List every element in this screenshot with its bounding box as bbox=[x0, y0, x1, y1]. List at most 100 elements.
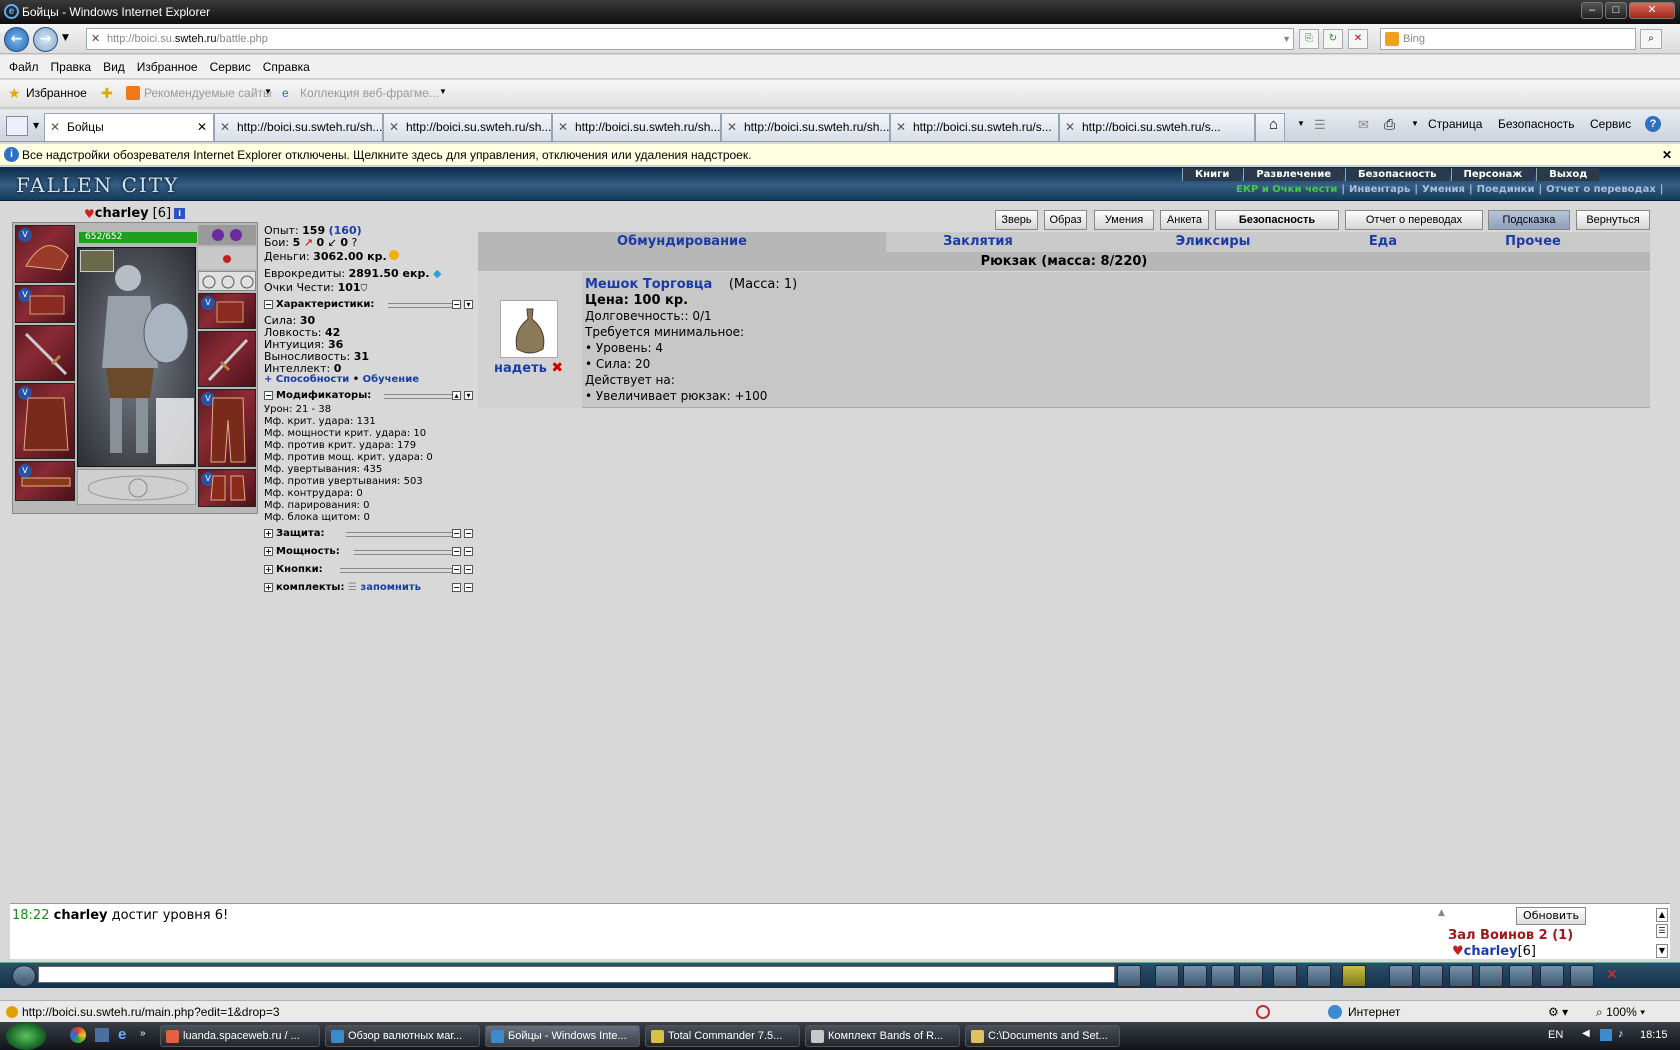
popup-blocked-icon[interactable] bbox=[1256, 1005, 1270, 1019]
pet-button[interactable]: Зверь bbox=[995, 210, 1038, 230]
bag-action-icon[interactable] bbox=[1389, 965, 1413, 987]
tab-food[interactable]: Еда bbox=[1338, 232, 1428, 252]
infobar[interactable]: i Все надстройки обозревателя Internet E… bbox=[0, 144, 1680, 166]
tab-3[interactable]: ✕ http://boici.su.swteh.ru/sh... bbox=[383, 113, 552, 141]
exit-icon[interactable] bbox=[1570, 965, 1594, 987]
suggested-sites-link[interactable]: Рекомендуемые сайты bbox=[144, 86, 272, 100]
nav-security[interactable]: Безопасность bbox=[1345, 168, 1449, 181]
filter-icon[interactable] bbox=[1183, 965, 1207, 987]
slot-boots[interactable]: V bbox=[198, 469, 256, 507]
chrome-icon[interactable] bbox=[70, 1027, 86, 1043]
sets-section-header[interactable]: + комплекты: ☰ запомнить bbox=[264, 582, 421, 593]
item-name-link[interactable]: Мешок Торговца bbox=[585, 277, 712, 292]
tray-expand-icon[interactable]: ◀ bbox=[1582, 1028, 1590, 1039]
return-button[interactable]: Вернуться bbox=[1576, 210, 1650, 230]
section-controls[interactable]: − − bbox=[452, 528, 476, 539]
language-indicator[interactable]: EN bbox=[1548, 1029, 1563, 1041]
close-infobar-icon[interactable]: ✕ bbox=[1662, 144, 1672, 166]
tab-elixirs[interactable]: Эликсиры bbox=[1143, 232, 1283, 252]
stats-section-header[interactable]: − Характеристики: bbox=[264, 299, 374, 310]
chat-input[interactable] bbox=[38, 966, 1115, 983]
slot-armor[interactable]: V bbox=[15, 383, 75, 459]
tab-spells[interactable]: Заклятия bbox=[908, 232, 1048, 252]
feeds-icon[interactable]: ☰ bbox=[1314, 117, 1326, 133]
network-icon[interactable] bbox=[1600, 1029, 1612, 1041]
profile-button[interactable]: Анкета bbox=[1160, 210, 1209, 230]
tab-7[interactable]: ✕ http://boici.su.swteh.ru/s... bbox=[1059, 113, 1255, 141]
slot-gloves[interactable]: V bbox=[198, 293, 256, 329]
refresh-button[interactable]: Обновить bbox=[1516, 907, 1586, 925]
guild-icon[interactable] bbox=[1479, 965, 1503, 987]
safety-menu[interactable]: Безопасность bbox=[1498, 117, 1575, 131]
task-luanda[interactable]: luanda.spaceweb.ru / ... bbox=[160, 1025, 320, 1047]
send-icon[interactable] bbox=[1117, 965, 1141, 987]
transfer-icon[interactable] bbox=[1540, 965, 1564, 987]
menu-file[interactable]: Файл bbox=[9, 55, 39, 79]
help-icon[interactable]: ? bbox=[1645, 116, 1661, 132]
nav-books[interactable]: Книги bbox=[1182, 168, 1242, 181]
scroll-list-icon[interactable]: ☰ bbox=[1656, 924, 1668, 938]
translit-icon[interactable] bbox=[1273, 965, 1297, 987]
chevron-down-icon[interactable]: ▼ bbox=[439, 87, 447, 96]
minimize-button[interactable]: – bbox=[1581, 2, 1603, 19]
tab-list-icon[interactable]: ▼ bbox=[33, 121, 39, 130]
power-section-header[interactable]: + Мощность: bbox=[264, 546, 340, 557]
mail-icon[interactable]: ✉ bbox=[1358, 117, 1369, 133]
nav-exit[interactable]: Выход bbox=[1536, 168, 1600, 181]
remember-link[interactable]: запомнить bbox=[360, 582, 421, 593]
task-totalcommander[interactable]: Total Commander 7.5... bbox=[645, 1025, 800, 1047]
quick-tabs-icon[interactable] bbox=[6, 116, 28, 136]
buttons-section-header[interactable]: + Кнопки: bbox=[264, 564, 323, 575]
quicklaunch-icon[interactable] bbox=[95, 1028, 109, 1042]
task-explorer[interactable]: C:\Documents and Set... bbox=[965, 1025, 1120, 1047]
tab-5[interactable]: ✕ http://boici.su.swteh.ru/sh... bbox=[721, 113, 890, 141]
chevron-down-icon[interactable]: ▼ bbox=[264, 87, 272, 96]
slot-necklace[interactable] bbox=[198, 247, 256, 269]
volume-icon[interactable]: ♪ bbox=[1618, 1028, 1624, 1040]
map-icon[interactable] bbox=[1419, 965, 1443, 987]
online-user[interactable]: ♥charley[6] bbox=[1452, 944, 1536, 959]
chevron-down-icon[interactable]: ▼ bbox=[1411, 119, 1419, 128]
slot-bracers[interactable]: V bbox=[15, 285, 75, 323]
subnav-fights[interactable]: Поединки bbox=[1477, 184, 1535, 195]
history-dropdown-icon[interactable]: ▼ bbox=[62, 33, 69, 43]
refresh-button[interactable]: ↻ bbox=[1323, 29, 1343, 49]
subnav-ekr[interactable]: ЕКР и Очки чести bbox=[1236, 184, 1337, 195]
protected-mode-icon[interactable]: ⚙ ▾ bbox=[1548, 1001, 1568, 1023]
tab-4[interactable]: ✕ http://boici.su.swteh.ru/sh... bbox=[552, 113, 721, 141]
smiley-icon[interactable] bbox=[1342, 965, 1366, 987]
slot-weapon-left[interactable] bbox=[15, 325, 75, 381]
chat-log[interactable]: 18:22 charley достиг уровня 6! bbox=[10, 903, 1430, 959]
ie-quicklaunch-icon[interactable]: e bbox=[118, 1026, 126, 1043]
menu-view[interactable]: Вид bbox=[103, 55, 125, 79]
chat-mode-icon[interactable] bbox=[12, 965, 36, 987]
close-chat-icon[interactable]: ✕ bbox=[1606, 967, 1618, 983]
slot-weapon-right[interactable] bbox=[198, 331, 256, 387]
save-icon[interactable] bbox=[1211, 965, 1235, 987]
stop-button[interactable]: ✕ bbox=[1348, 29, 1368, 49]
subnav-transfers[interactable]: Отчет о переводах bbox=[1546, 184, 1656, 195]
tab-2[interactable]: ✕ http://boici.su.swteh.ru/sh... bbox=[214, 113, 383, 141]
add-favorite-icon[interactable]: ✚ bbox=[101, 85, 113, 102]
section-controls[interactable]: − − bbox=[452, 546, 476, 557]
friends-icon[interactable] bbox=[1239, 965, 1263, 987]
security-button[interactable]: Безопасность bbox=[1215, 210, 1339, 230]
fight-icon[interactable] bbox=[1449, 965, 1473, 987]
compat-view-button[interactable]: ⎘ bbox=[1299, 29, 1319, 49]
web-slice-gallery-link[interactable]: Коллекция веб-фрагме... bbox=[300, 86, 439, 100]
page-menu[interactable]: Страница bbox=[1428, 117, 1482, 131]
menu-favorites[interactable]: Избранное bbox=[137, 55, 198, 79]
tab-equipment[interactable]: Обмундирование bbox=[478, 232, 886, 252]
forward-button[interactable]: → bbox=[33, 27, 58, 52]
search-button[interactable]: ⌕ bbox=[1640, 29, 1662, 49]
scroll-up-icon[interactable]: ▲ bbox=[1656, 908, 1668, 922]
scroll-up-icon[interactable]: ▲ bbox=[1438, 908, 1445, 918]
tab-other[interactable]: Прочее bbox=[1478, 232, 1588, 252]
nav-character[interactable]: Персонаж bbox=[1450, 168, 1535, 181]
defense-section-header[interactable]: + Защита: bbox=[264, 528, 324, 539]
drop-item-icon[interactable]: ✖ bbox=[551, 360, 563, 376]
clear-icon[interactable] bbox=[1155, 965, 1179, 987]
training-link[interactable]: Обучение bbox=[363, 374, 419, 385]
skills-button[interactable]: Умения bbox=[1094, 210, 1154, 230]
tools-menu[interactable]: Сервис bbox=[1590, 117, 1631, 131]
